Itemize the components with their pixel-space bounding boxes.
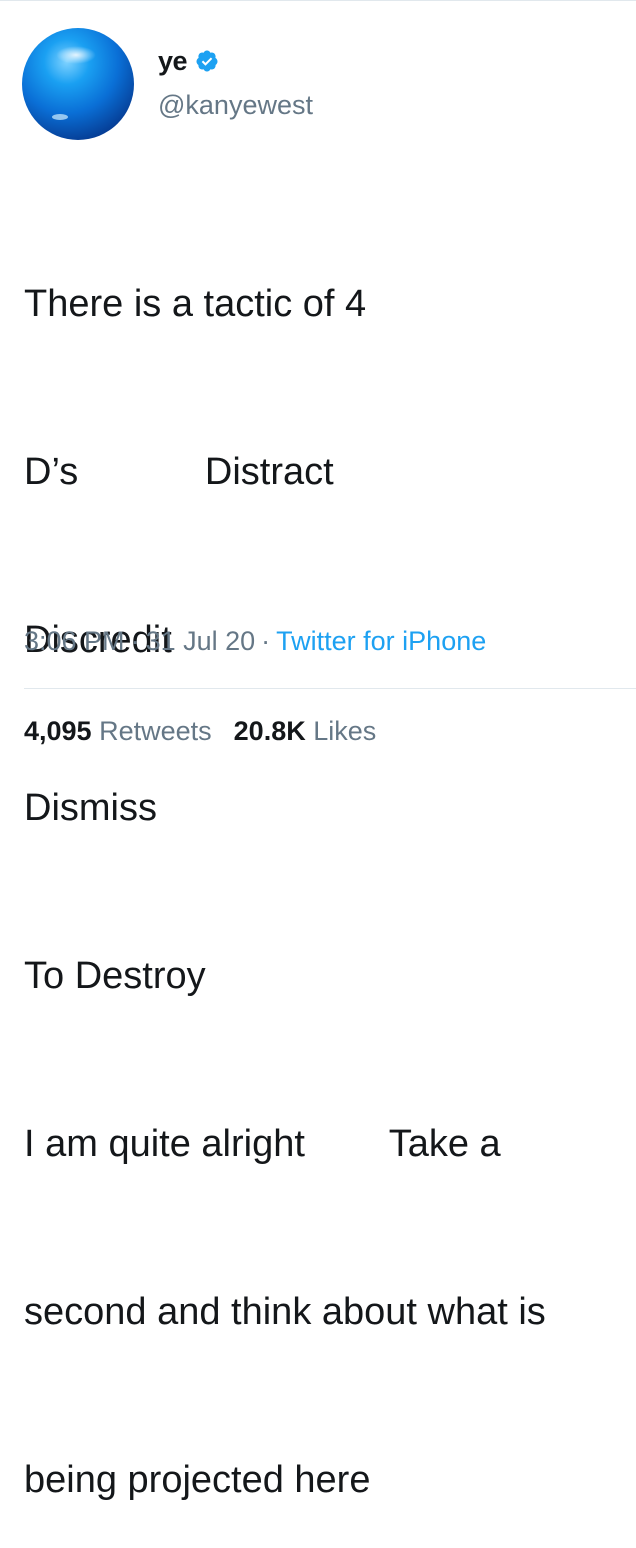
avatar-glint (56, 46, 96, 64)
top-divider (0, 0, 636, 1)
tweet-line: To Destroy (24, 955, 206, 997)
tweet-time[interactable]: 3:06 PM (24, 626, 125, 656)
retweets-count: 4,095 (24, 716, 92, 746)
likes-label: Likes (313, 716, 377, 746)
tweet-line: being projected here (24, 1459, 371, 1501)
stats-divider (24, 688, 636, 689)
avatar-highlight (52, 114, 68, 120)
tweet-line: There is a tactic of 4 (24, 283, 367, 325)
retweets-stat[interactable]: 4,095 Retweets (24, 716, 212, 746)
author-handle[interactable]: @kanyewest (158, 90, 313, 121)
tweet-stats: 4,095 Retweets 20.8K Likes (24, 716, 376, 747)
likes-count: 20.8K (233, 716, 306, 746)
tweet-line: I am quite alright Take a (24, 1123, 501, 1165)
verified-badge-icon (196, 50, 218, 72)
tweet-line: second and think about what is (24, 1291, 546, 1333)
tweet-meta: 3:06 PM · 31 Jul 20 · Twitter for iPhone (24, 626, 486, 657)
avatar[interactable] (22, 28, 134, 140)
display-name[interactable]: ye (158, 46, 188, 77)
meta-separator: · (130, 626, 140, 656)
meta-separator: · (261, 626, 271, 656)
author-name-row: ye (158, 44, 219, 78)
likes-stat[interactable]: 20.8K Likes (234, 716, 377, 746)
tweet-line: D’s Distract (24, 451, 334, 493)
retweets-label: Retweets (99, 716, 212, 746)
tweet-text: There is a tactic of 4 D’s Distract Disc… (24, 164, 636, 1548)
tweet-date[interactable]: 31 Jul 20 (146, 626, 256, 656)
tweet-line: Dismiss (24, 787, 157, 829)
tweet-source-link[interactable]: Twitter for iPhone (276, 626, 486, 656)
